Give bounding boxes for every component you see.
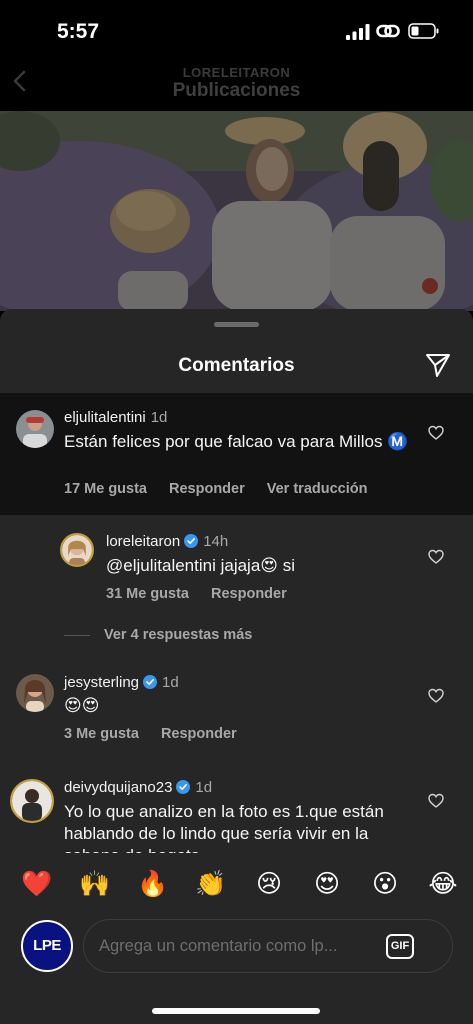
comment-actions: 31 Me gusta Responder	[106, 586, 309, 602]
heart-icon[interactable]	[428, 425, 444, 441]
battery-icon	[408, 23, 439, 39]
comment-username[interactable]: eljulitalentini	[64, 409, 146, 426]
comment-text: Están felices por que falcao va para Mil…	[64, 432, 409, 451]
home-indicator	[152, 1008, 320, 1014]
gif-button[interactable]: GIF	[386, 934, 414, 959]
emoji-clap[interactable]: 👏	[194, 867, 228, 901]
heart-icon[interactable]	[428, 549, 444, 565]
comment-text: @eljulitalentini jajaja😍 si	[106, 556, 296, 575]
sheet-title: Comentarios	[178, 355, 295, 376]
reply-button[interactable]: Responder	[169, 481, 245, 497]
comment-actions: 17 Me gusta Responder Ver traducción	[64, 481, 389, 497]
my-avatar: LPE	[21, 920, 73, 972]
comment-composer: ❤️ 🙌 🔥 👏 😢 😍 😮 😂 LPE Agrega un comentari…	[0, 853, 473, 1024]
likes-count[interactable]: 17 Me gusta	[64, 481, 147, 497]
comment-input[interactable]: Agrega un comentario como lp... GIF	[83, 919, 453, 973]
emoji-crying[interactable]: 😢	[252, 867, 286, 901]
header-username: LORELEITARON	[182, 65, 291, 80]
comment-age: 1d	[162, 674, 179, 691]
divider	[64, 634, 90, 636]
reply-button[interactable]: Responder	[161, 726, 237, 742]
comment-item: jesysterling 1d 😍😍 3 Me gusta Responder	[0, 661, 473, 761]
avatar[interactable]	[16, 410, 54, 448]
verified-icon	[176, 780, 191, 794]
link-icon	[376, 24, 400, 38]
comment-username[interactable]: deivydquijano23	[64, 779, 172, 796]
comment-text: Yo lo que analizo en la foto es 1.que es…	[64, 802, 384, 853]
comment-username[interactable]: jesysterling	[64, 674, 139, 691]
emoji-surprised[interactable]: 😮	[368, 867, 402, 901]
drag-handle[interactable]	[214, 322, 259, 327]
comment-header: deivydquijano23 1d	[64, 779, 212, 796]
comment-username[interactable]: loreleitaron	[106, 533, 180, 550]
more-replies-label: Ver 4 respuestas más	[104, 627, 253, 643]
avatar[interactable]	[16, 674, 54, 712]
comment-text: 😍😍	[64, 696, 100, 715]
likes-count[interactable]: 3 Me gusta	[64, 726, 139, 742]
heart-icon[interactable]	[428, 793, 444, 809]
verified-icon	[143, 675, 158, 689]
reply-button[interactable]: Responder	[211, 586, 287, 602]
view-more-replies[interactable]: Ver 4 respuestas más	[64, 627, 252, 643]
comment-header: jesysterling 1d	[64, 674, 179, 691]
verified-icon	[184, 534, 199, 548]
heart-icon[interactable]	[428, 688, 444, 704]
emoji-heart[interactable]: ❤️	[20, 867, 54, 901]
comment-header: eljulitalentini 1d	[64, 409, 167, 426]
emoji-raised-hands[interactable]: 🙌	[78, 867, 112, 901]
avatar[interactable]	[10, 779, 54, 823]
likes-count[interactable]: 31 Me gusta	[106, 586, 189, 602]
status-bar: 5:57	[0, 0, 473, 60]
emoji-heart-eyes[interactable]: 😍	[310, 867, 344, 901]
comment-age: 1d	[150, 409, 168, 426]
comment-age: 14h	[203, 533, 229, 550]
quick-emoji-row: ❤️ 🙌 🔥 👏 😢 😍 😮 😂	[20, 867, 460, 901]
avatar[interactable]	[60, 533, 94, 567]
emoji-laughing[interactable]: 😂	[426, 867, 460, 901]
comment-age: 1d	[195, 779, 213, 796]
comment-input-placeholder: Agrega un comentario como lp...	[99, 937, 338, 955]
header-title: Publicaciones	[172, 80, 301, 101]
comment-header: loreleitaron 14h	[106, 533, 228, 550]
translate-button[interactable]: Ver traducción	[267, 481, 368, 497]
comment-item: deivydquijano23 1d Yo lo que analizo en l…	[0, 767, 473, 853]
status-time: 5:57	[57, 20, 100, 43]
post-header: LORELEITARON Publicaciones	[0, 60, 473, 112]
post-photo	[0, 111, 473, 311]
reply-item: loreleitaron 14h @eljulitalentini jajaja😍…	[0, 515, 473, 615]
send-icon[interactable]	[424, 351, 452, 379]
signal-icon	[346, 24, 370, 40]
comment-item: eljulitalentini 1d Están felices por que …	[0, 393, 473, 515]
emoji-fire[interactable]: 🔥	[136, 867, 170, 901]
comment-actions: 3 Me gusta Responder	[64, 726, 259, 742]
